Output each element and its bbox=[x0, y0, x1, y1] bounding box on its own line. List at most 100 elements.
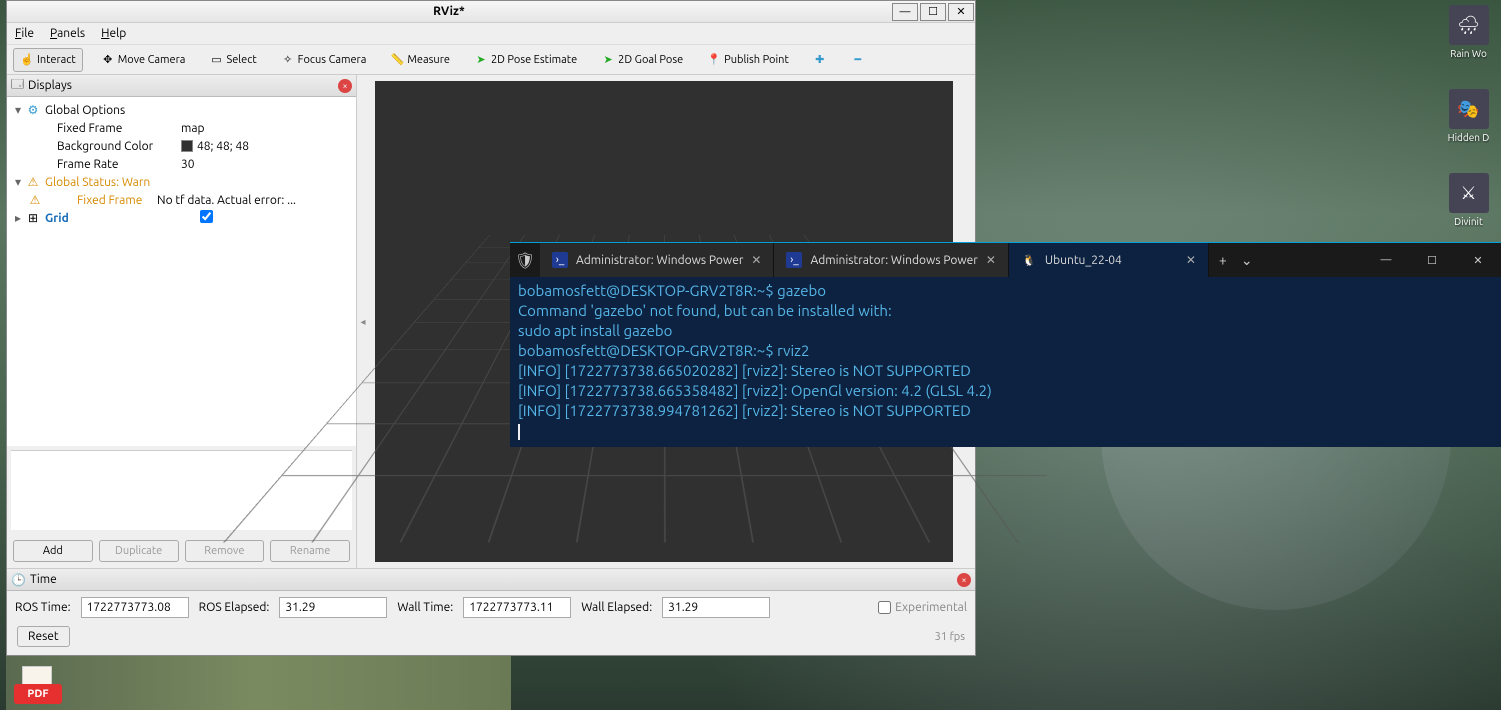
add-button[interactable]: Add bbox=[13, 540, 93, 562]
experimental-row: Experimental bbox=[878, 601, 967, 614]
wall-time-label: Wall Time: bbox=[397, 601, 453, 614]
reset-button[interactable]: Reset bbox=[17, 626, 70, 647]
terminal-window: 🛡 ›_ Administrator: Windows Power ✕ ›_ A… bbox=[510, 242, 1501, 447]
terminal-tab-ps1[interactable]: ›_ Administrator: Windows Power ✕ bbox=[540, 243, 774, 277]
menu-file[interactable]: File bbox=[15, 27, 34, 40]
icon-label: Rain Wo bbox=[1450, 48, 1487, 59]
maximize-button[interactable]: ☐ bbox=[920, 3, 946, 21]
tab-close-icon[interactable]: ✕ bbox=[986, 253, 996, 267]
minimize-button[interactable]: — bbox=[892, 3, 918, 21]
wallpaper-bottom-strip bbox=[6, 656, 511, 710]
tab-controls: + ⌄ bbox=[1209, 252, 1263, 269]
tool-measure[interactable]: 📏Measure bbox=[384, 49, 456, 71]
tool-pose-estimate[interactable]: ➤2D Pose Estimate bbox=[468, 49, 583, 71]
tree-row-frame-rate[interactable]: Frame Rate 30 bbox=[7, 155, 356, 173]
app-icon: ⚔ bbox=[1449, 173, 1489, 213]
maximize-button[interactable]: ☐ bbox=[1409, 243, 1455, 277]
terminal-line: [INFO] [1722773738.665358482] [rviz2]: O… bbox=[518, 381, 1493, 401]
terminal-line: sudo apt install gazebo bbox=[518, 321, 1493, 341]
grid-checkbox[interactable] bbox=[200, 210, 213, 223]
tree-row-bg-color[interactable]: Background Color 48; 48; 48 bbox=[7, 137, 356, 155]
tab-close-icon[interactable]: ✕ bbox=[751, 253, 761, 267]
tab-dropdown-icon[interactable]: ⌄ bbox=[1241, 252, 1253, 269]
row-value[interactable]: 30 bbox=[181, 158, 352, 171]
move-icon: ✥ bbox=[101, 53, 115, 67]
ros-elapsed-input[interactable] bbox=[279, 597, 387, 618]
ros-time-label: ROS Time: bbox=[15, 601, 71, 614]
grid-icon: ⊞ bbox=[25, 211, 41, 225]
terminal-titlebar[interactable]: 🛡 ›_ Administrator: Windows Power ✕ ›_ A… bbox=[510, 243, 1501, 277]
terminal-tabs: ›_ Administrator: Windows Power ✕ ›_ Adm… bbox=[540, 243, 1209, 277]
time-header[interactable]: 🕒 Time × bbox=[7, 569, 975, 591]
shield-icon: 🛡 bbox=[510, 251, 540, 270]
time-lower-row: Reset 31 fps bbox=[7, 624, 975, 655]
panel-close-icon[interactable]: × bbox=[957, 573, 971, 587]
terminal-window-controls: — ☐ ✕ bbox=[1363, 243, 1501, 277]
rename-button: Rename bbox=[270, 540, 350, 562]
close-button[interactable]: ✕ bbox=[1455, 243, 1501, 277]
tool-interact[interactable]: ☝Interact bbox=[13, 48, 83, 72]
app-icon: 🌧 bbox=[1449, 5, 1489, 45]
icon-label: Divinit bbox=[1454, 216, 1483, 227]
ros-time-input[interactable] bbox=[81, 597, 189, 618]
tool-select[interactable]: ▭Select bbox=[203, 49, 262, 71]
menu-help[interactable]: Help bbox=[101, 27, 126, 40]
row-value[interactable]: 48; 48; 48 bbox=[181, 140, 352, 153]
tool-plus[interactable]: ✚ bbox=[807, 49, 833, 71]
powershell-icon: ›_ bbox=[786, 252, 802, 268]
desktop-icon-rain[interactable]: 🌧 Rain Wo bbox=[1441, 5, 1496, 59]
tree-row-fixed-frame-warn[interactable]: ⚠ Fixed Frame No tf data. Actual error: … bbox=[7, 191, 356, 209]
row-label: Grid bbox=[45, 212, 200, 225]
tree-row-global-status[interactable]: ▾ ⚠ Global Status: Warn bbox=[7, 173, 356, 191]
terminal-line: bobamosfett@DESKTOP-GRV2T8R:~$ rviz2 bbox=[518, 341, 1493, 361]
row-value[interactable]: map bbox=[181, 122, 352, 135]
desktop-icons-column: 🌧 Rain Wo 🎭 Hidden D ⚔ Divinit bbox=[1441, 5, 1496, 227]
cursor-icon bbox=[518, 424, 520, 440]
expander-icon[interactable]: ▾ bbox=[11, 175, 25, 189]
select-icon: ▭ bbox=[209, 53, 223, 67]
wall-elapsed-input[interactable] bbox=[662, 597, 770, 618]
window-controls: — ☐ ✕ bbox=[891, 3, 975, 21]
expander-icon[interactable]: ▸ bbox=[11, 211, 25, 225]
minus-icon: ━ bbox=[851, 53, 865, 67]
tool-goal-pose[interactable]: ➤2D Goal Pose bbox=[595, 49, 689, 71]
desktop-icon-pdf[interactable]: PDF bbox=[14, 666, 64, 706]
expander-icon[interactable]: ▾ bbox=[11, 103, 25, 117]
tool-focus-camera[interactable]: ✧Focus Camera bbox=[275, 49, 373, 71]
row-label: Frame Rate bbox=[11, 158, 181, 171]
tool-minus[interactable]: ━ bbox=[845, 49, 871, 71]
tree-row-grid[interactable]: ▸ ⊞ Grid bbox=[7, 209, 356, 227]
experimental-checkbox[interactable] bbox=[878, 601, 891, 614]
row-label: Global Status: Warn bbox=[45, 176, 200, 189]
tux-icon: 🐧 bbox=[1021, 252, 1037, 268]
tool-publish-point[interactable]: 📍Publish Point bbox=[701, 49, 795, 71]
row-label: Fixed Frame bbox=[11, 122, 181, 135]
terminal-line: Command 'gazebo' not found, but can be i… bbox=[518, 301, 1493, 321]
window-title: RViz* bbox=[7, 5, 891, 18]
duplicate-button: Duplicate bbox=[99, 540, 179, 562]
tree-row-fixed-frame[interactable]: Fixed Frame map bbox=[7, 119, 356, 137]
row-value: No tf data. Actual error: ... bbox=[157, 194, 352, 207]
focus-icon: ✧ bbox=[281, 53, 295, 67]
tool-move-camera[interactable]: ✥Move Camera bbox=[95, 49, 192, 71]
close-button[interactable]: ✕ bbox=[948, 3, 974, 21]
wall-time-input[interactable] bbox=[463, 597, 571, 618]
terminal-tab-ubuntu[interactable]: 🐧 Ubuntu_22-04 ✕ bbox=[1009, 243, 1209, 277]
minimize-button[interactable]: — bbox=[1363, 243, 1409, 277]
time-title: Time bbox=[30, 573, 57, 586]
new-tab-button[interactable]: + bbox=[1219, 252, 1227, 268]
desktop-icon-hidden[interactable]: 🎭 Hidden D bbox=[1441, 89, 1496, 143]
desktop-icon-divinity[interactable]: ⚔ Divinit bbox=[1441, 173, 1496, 227]
rviz-titlebar[interactable]: RViz* — ☐ ✕ bbox=[7, 1, 975, 23]
terminal-tab-ps2[interactable]: ›_ Administrator: Windows Power ✕ bbox=[774, 243, 1008, 277]
displays-header[interactable]: 🗔 Displays × bbox=[7, 75, 356, 97]
menu-panels[interactable]: Panels bbox=[50, 27, 85, 40]
panel-close-icon[interactable]: × bbox=[338, 79, 352, 93]
tab-close-icon[interactable]: ✕ bbox=[1186, 253, 1196, 267]
tree-row-global-options[interactable]: ▾ ⚙ Global Options bbox=[7, 101, 356, 119]
displays-tree[interactable]: ▾ ⚙ Global Options Fixed Frame map Backg… bbox=[7, 97, 356, 446]
row-value[interactable] bbox=[200, 210, 352, 226]
terminal-body[interactable]: bobamosfett@DESKTOP-GRV2T8R:~$ gazebo Co… bbox=[510, 277, 1501, 447]
pdf-badge: PDF bbox=[14, 684, 62, 704]
terminal-line: [INFO] [1722773738.994781262] [rviz2]: S… bbox=[518, 401, 1493, 421]
